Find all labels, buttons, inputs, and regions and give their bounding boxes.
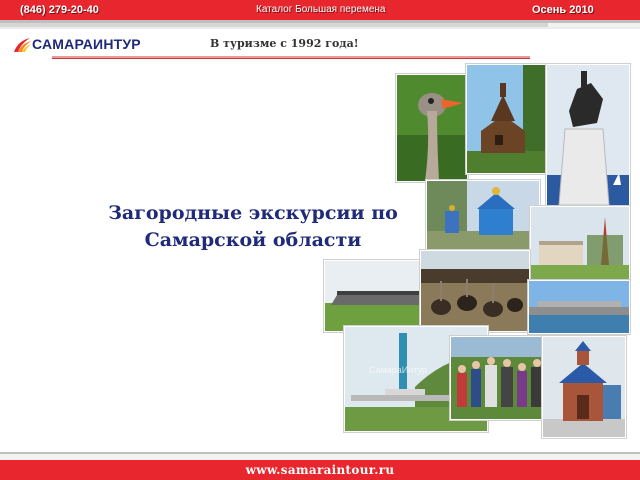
- catalog-title: Каталог Большая перемена: [256, 4, 386, 15]
- header-rule: [52, 58, 530, 59]
- title-line: Самарской области: [144, 229, 362, 251]
- chapel-photo: [542, 336, 626, 438]
- city-square-photo: [530, 206, 630, 282]
- dam-photo: [528, 280, 630, 334]
- stadium-photo: [324, 260, 426, 332]
- slogan: В туризме с 1992 года!: [210, 37, 359, 50]
- page-title: Загородные экскурсии по Самарской област…: [68, 200, 438, 254]
- logo-swoosh-icon: [14, 38, 31, 52]
- website-link[interactable]: www.samaraintour.ru: [0, 460, 640, 480]
- wooden-church-photo: [466, 64, 548, 174]
- company-logo-text: САМАРАИНТУР: [32, 36, 141, 52]
- header-stripe: [0, 27, 640, 29]
- season-label: Осень 2010: [532, 4, 594, 16]
- watermark: СамараИнтур: [369, 365, 427, 375]
- blue-church-photo: [426, 180, 540, 250]
- ostrich-farm-photo: [420, 250, 530, 332]
- phone-number: (846) 279-20-40: [20, 4, 99, 16]
- ostrich-photo: [396, 74, 468, 182]
- equestrian-monument-photo: [546, 64, 630, 206]
- title-line: Загородные экскурсии по: [108, 202, 398, 224]
